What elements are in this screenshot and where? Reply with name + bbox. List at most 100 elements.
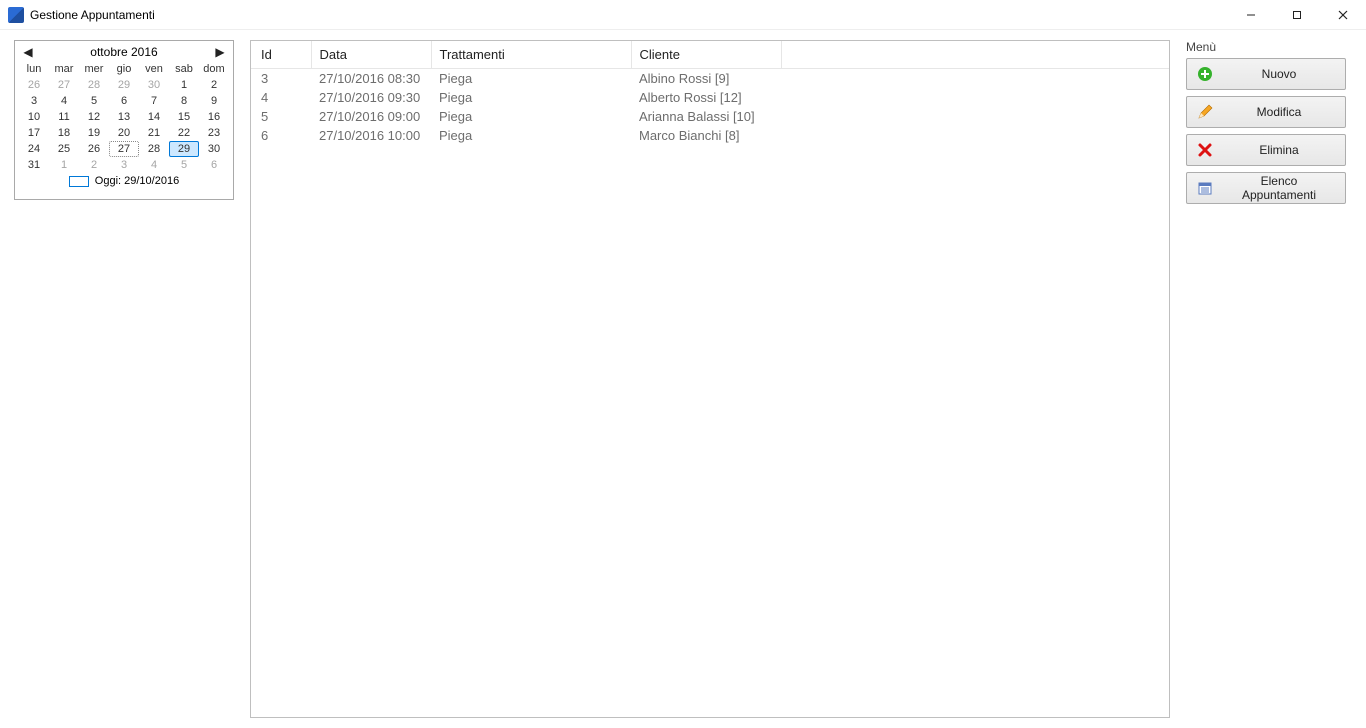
calendar-day[interactable]: 21 [139, 125, 169, 141]
calendar-day[interactable]: 28 [139, 141, 169, 157]
cell-blank [781, 107, 1169, 126]
modifica-button[interactable]: Modifica [1186, 96, 1346, 128]
calendar-dow: ven [139, 63, 169, 77]
calendar-day[interactable]: 6 [109, 93, 139, 109]
calendar-day[interactable]: 14 [139, 109, 169, 125]
col-header-id[interactable]: Id [251, 41, 311, 69]
calendar-dow-row: lunmarmergiovensabdom [15, 63, 233, 77]
calendar-prev[interactable]: ◀ [21, 45, 35, 59]
table-row[interactable]: 327/10/2016 08:30PiegaAlbino Rossi [9] [251, 69, 1169, 89]
calendar-day[interactable]: 4 [139, 157, 169, 173]
calendar-day[interactable]: 16 [199, 109, 229, 125]
calendar-day[interactable]: 13 [109, 109, 139, 125]
table-row[interactable]: 527/10/2016 09:00PiegaArianna Balassi [1… [251, 107, 1169, 126]
elimina-button[interactable]: Elimina [1186, 134, 1346, 166]
calendar-day[interactable]: 27 [109, 141, 139, 157]
calendar-day[interactable]: 2 [79, 157, 109, 173]
calendar-day[interactable]: 29 [109, 77, 139, 93]
calendar-day[interactable]: 30 [199, 141, 229, 157]
minimize-button[interactable] [1228, 0, 1274, 30]
elenco-label: Elenco Appuntamenti [1223, 174, 1335, 202]
calendar-day[interactable]: 11 [49, 109, 79, 125]
cell-cliente: Marco Bianchi [8] [631, 126, 781, 145]
calendar-day[interactable]: 19 [79, 125, 109, 141]
table-body: 327/10/2016 08:30PiegaAlbino Rossi [9]42… [251, 69, 1169, 146]
col-header-cliente[interactable]: Cliente [631, 41, 781, 69]
cell-data: 27/10/2016 09:30 [311, 88, 431, 107]
calendar-day[interactable]: 18 [49, 125, 79, 141]
calendar-day[interactable]: 26 [79, 141, 109, 157]
delete-icon [1197, 142, 1213, 158]
calendar-month-label[interactable]: ottobre 2016 [90, 45, 157, 59]
calendar-dow: sab [169, 63, 199, 77]
calendar-day[interactable]: 23 [199, 125, 229, 141]
maximize-button[interactable] [1274, 0, 1320, 30]
cell-cliente: Alberto Rossi [12] [631, 88, 781, 107]
calendar-today-indicator [69, 176, 89, 187]
calendar-day[interactable]: 1 [49, 157, 79, 173]
col-header-blank [781, 41, 1169, 69]
cell-id: 5 [251, 107, 311, 126]
cell-id: 4 [251, 88, 311, 107]
cell-cliente: Arianna Balassi [10] [631, 107, 781, 126]
table-row[interactable]: 427/10/2016 09:30PiegaAlberto Rossi [12] [251, 88, 1169, 107]
calendar-day[interactable]: 7 [139, 93, 169, 109]
modifica-label: Modifica [1223, 105, 1335, 119]
calendar-day[interactable]: 28 [79, 77, 109, 93]
calendar-day[interactable]: 5 [169, 157, 199, 173]
calendar-day[interactable]: 1 [169, 77, 199, 93]
calendar-day[interactable]: 26 [19, 77, 49, 93]
calendar-day[interactable]: 2 [199, 77, 229, 93]
cell-data: 27/10/2016 10:00 [311, 126, 431, 145]
calendar-day[interactable]: 20 [109, 125, 139, 141]
plus-icon [1197, 66, 1213, 82]
close-button[interactable] [1320, 0, 1366, 30]
calendar-day[interactable]: 22 [169, 125, 199, 141]
calendar-day[interactable]: 6 [199, 157, 229, 173]
elenco-appuntamenti-button[interactable]: Elenco Appuntamenti [1186, 172, 1346, 204]
calendar-next[interactable]: ▶ [213, 45, 227, 59]
calendar-day[interactable]: 29 [169, 141, 199, 157]
calendar-day[interactable]: 12 [79, 109, 109, 125]
side-menu: Menù Nuovo Modifica Elimina Elenco Appun… [1186, 40, 1356, 718]
calendar-day[interactable]: 5 [79, 93, 109, 109]
cell-trattamenti: Piega [431, 69, 631, 89]
calendar-dow: mar [49, 63, 79, 77]
col-header-trattamenti[interactable]: Trattamenti [431, 41, 631, 69]
calendar-day[interactable]: 3 [19, 93, 49, 109]
menu-label: Menù [1186, 40, 1356, 54]
cell-blank [781, 126, 1169, 145]
table-row[interactable]: 627/10/2016 10:00PiegaMarco Bianchi [8] [251, 126, 1169, 145]
nuovo-label: Nuovo [1223, 67, 1335, 81]
calendar-day[interactable]: 25 [49, 141, 79, 157]
calendar-day[interactable]: 27 [49, 77, 79, 93]
content-area: ◀ ottobre 2016 ▶ lunmarmergiovensabdom 2… [0, 30, 1366, 728]
calendar-day[interactable]: 15 [169, 109, 199, 125]
calendar-day[interactable]: 24 [19, 141, 49, 157]
cell-blank [781, 69, 1169, 89]
window-title: Gestione Appuntamenti [30, 8, 155, 22]
elimina-label: Elimina [1223, 143, 1335, 157]
calendar-day[interactable]: 9 [199, 93, 229, 109]
calendar-today-row[interactable]: Oggi: 29/10/2016 [15, 173, 233, 187]
calendar-day[interactable]: 3 [109, 157, 139, 173]
cell-blank [781, 88, 1169, 107]
table-header-row: Id Data Trattamenti Cliente [251, 41, 1169, 69]
calendar-grid: 2627282930123456789101112131415161718192… [15, 77, 233, 173]
calendar-dow: gio [109, 63, 139, 77]
calendar-dow: dom [199, 63, 229, 77]
calendar-day[interactable]: 10 [19, 109, 49, 125]
cell-trattamenti: Piega [431, 126, 631, 145]
titlebar: Gestione Appuntamenti [0, 0, 1366, 30]
calendar-day[interactable]: 30 [139, 77, 169, 93]
cell-data: 27/10/2016 09:00 [311, 107, 431, 126]
pencil-icon [1197, 104, 1213, 120]
calendar-day[interactable]: 17 [19, 125, 49, 141]
calendar-day[interactable]: 4 [49, 93, 79, 109]
nuovo-button[interactable]: Nuovo [1186, 58, 1346, 90]
appointments-table[interactable]: Id Data Trattamenti Cliente 327/10/2016 … [251, 41, 1169, 145]
calendar-day[interactable]: 31 [19, 157, 49, 173]
col-header-data[interactable]: Data [311, 41, 431, 69]
calendar-day[interactable]: 8 [169, 93, 199, 109]
app-icon [8, 7, 24, 23]
